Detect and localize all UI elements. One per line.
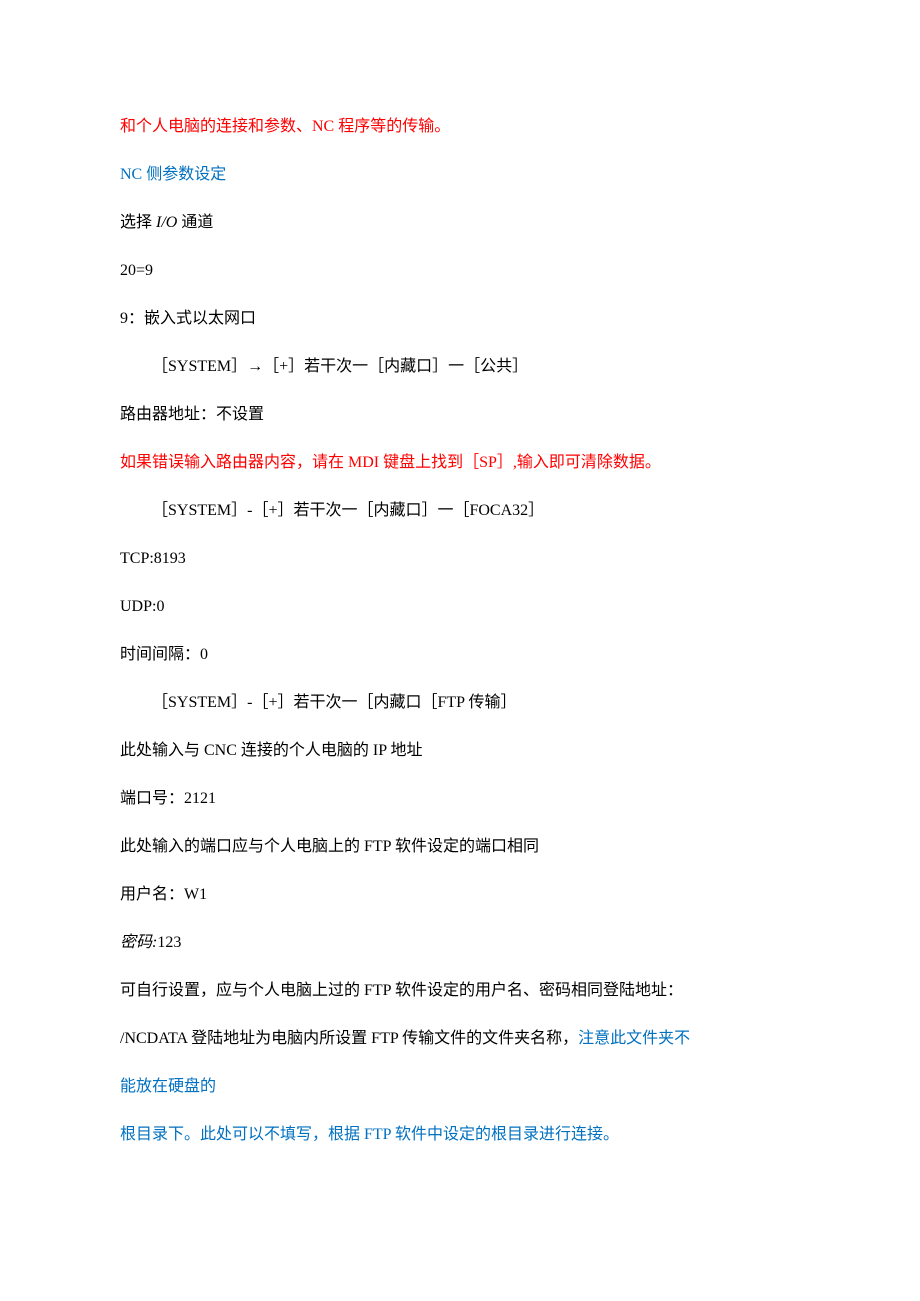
document-page: 和个人电脑的连接和参数、NC 程序等的传输。 NC 侧参数设定 选择 I/O 通… — [0, 0, 920, 1231]
folder-warning-cont: 能放在硬盘的 — [120, 1075, 800, 1099]
intro-line: 和个人电脑的连接和参数、NC 程序等的传输。 — [120, 115, 800, 139]
text-segment: 选择 — [120, 214, 156, 231]
port-match-note: 此处输入的端口应与个人电脑上的 FTP 软件设定的端口相同 — [120, 835, 800, 859]
tcp-port: TCP:8193 — [120, 547, 800, 571]
text-segment: 通道 — [177, 214, 213, 231]
system-path-foca32: ［SYSTEM］-［+］若干次一［内藏口］一［FOCA32］ — [120, 499, 800, 523]
router-warning: 如果错误输入路由器内容，请在 MDI 键盘上找到［SP］,输入即可清除数据。 — [120, 451, 800, 475]
text-italic: I/O — [156, 214, 177, 231]
credentials-note: 可自行设置，应与个人电脑上过的 FTP 软件设定的用户名、密码相同登陆地址： — [120, 979, 800, 1003]
password-value: 123 — [157, 934, 181, 951]
section-heading-nc: NC 侧参数设定 — [120, 163, 800, 187]
ip-note: 此处输入与 CNC 连接的个人电脑的 IP 地址 — [120, 739, 800, 763]
router-address: 路由器地址：不设置 — [120, 403, 800, 427]
username: 用户名：W1 — [120, 883, 800, 907]
root-dir-note: 根目录下。此处可以不填写，根据 FTP 软件中设定的根目录进行连接。 — [120, 1123, 800, 1147]
ethernet-note: 9：嵌入式以太网口 — [120, 307, 800, 331]
ncdata-line: /NCDATA 登陆地址为电脑内所设置 FTP 传输文件的文件夹名称，注意此文件… — [120, 1027, 800, 1051]
io-channel-line: 选择 I/O 通道 — [120, 211, 800, 235]
folder-warning-start: 注意此文件夹不 — [578, 1030, 690, 1047]
time-interval: 时间间隔：0 — [120, 643, 800, 667]
ncdata-text: /NCDATA 登陆地址为电脑内所设置 FTP 传输文件的文件夹名称， — [120, 1030, 578, 1047]
password-label: 密码: — [120, 934, 157, 951]
system-path-ftp: ［SYSTEM］-［+］若干次一［内藏口［FTP 传输］ — [120, 691, 800, 715]
system-path-public: ［SYSTEM］→［+］若干次一［内藏口］一［公共］ — [120, 355, 800, 379]
password-line: 密码:123 — [120, 931, 800, 955]
udp-port: UDP:0 — [120, 595, 800, 619]
port-number: 端口号：2121 — [120, 787, 800, 811]
param-20-9: 20=9 — [120, 259, 800, 283]
